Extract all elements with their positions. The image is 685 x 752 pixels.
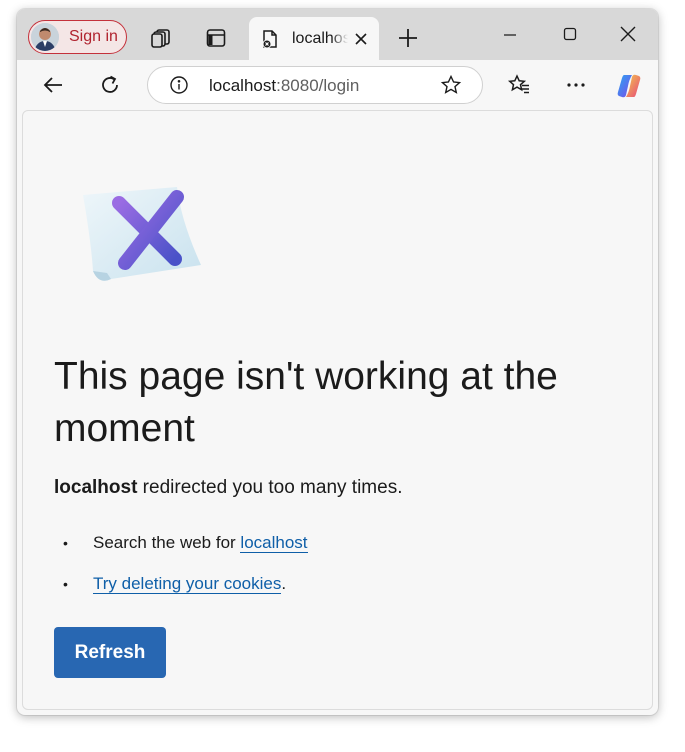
bullet: •	[63, 535, 68, 551]
browser-toolbar: localhost:8080/login	[17, 60, 658, 110]
error-message: localhost redirected you too many times.	[54, 477, 402, 499]
error-host: localhost	[54, 477, 138, 498]
new-tab-icon[interactable]	[397, 27, 419, 49]
minimize-icon[interactable]	[498, 22, 522, 46]
suggestion-cookies: • Try deleting your cookies.	[63, 574, 286, 594]
close-tab-icon[interactable]	[353, 31, 369, 47]
browser-window: Sign in localhos localhost:8080/login Th…	[17, 9, 658, 715]
bullet: •	[63, 576, 68, 592]
favorite-star-icon[interactable]	[440, 74, 462, 96]
error-headline: This page isn't working at the moment	[54, 355, 558, 450]
url-path: :8080/login	[276, 76, 360, 95]
copilot-icon[interactable]	[615, 72, 641, 98]
more-icon[interactable]	[563, 72, 589, 98]
close-window-icon[interactable]	[616, 22, 640, 46]
suggestion-search: • Search the web for localhost	[63, 533, 308, 553]
avatar	[31, 23, 59, 51]
page-content: This page isn't working at the moment lo…	[22, 110, 653, 710]
search-prefix: Search the web for	[93, 533, 241, 552]
tab-strip: Sign in localhos	[17, 9, 658, 60]
tab-title: localhost	[292, 30, 348, 47]
favorites-icon[interactable]	[506, 72, 532, 98]
refresh-icon[interactable]	[97, 72, 123, 98]
workspaces-icon[interactable]	[150, 27, 172, 49]
url-text: localhost:8080/login	[209, 76, 359, 96]
sign-in-label: Sign in	[69, 28, 118, 45]
refresh-button[interactable]: Refresh	[54, 627, 166, 678]
delete-cookies-link[interactable]: Try deleting your cookies	[93, 574, 282, 594]
sign-in-button[interactable]: Sign in	[28, 20, 127, 54]
info-icon[interactable]	[169, 75, 189, 95]
cookies-suffix: .	[281, 574, 287, 593]
error-page-icon	[260, 29, 280, 49]
error-illustration-icon	[71, 181, 211, 291]
vertical-tabs-icon[interactable]	[205, 27, 227, 49]
address-bar[interactable]: localhost:8080/login	[147, 66, 483, 104]
url-host: localhost	[209, 76, 277, 95]
back-arrow-icon[interactable]	[40, 72, 66, 98]
maximize-icon[interactable]	[558, 22, 582, 46]
error-message-text: redirected you too many times.	[137, 477, 403, 498]
tab-localhost[interactable]: localhost	[249, 17, 379, 60]
search-localhost-link[interactable]: localhost	[240, 533, 308, 553]
